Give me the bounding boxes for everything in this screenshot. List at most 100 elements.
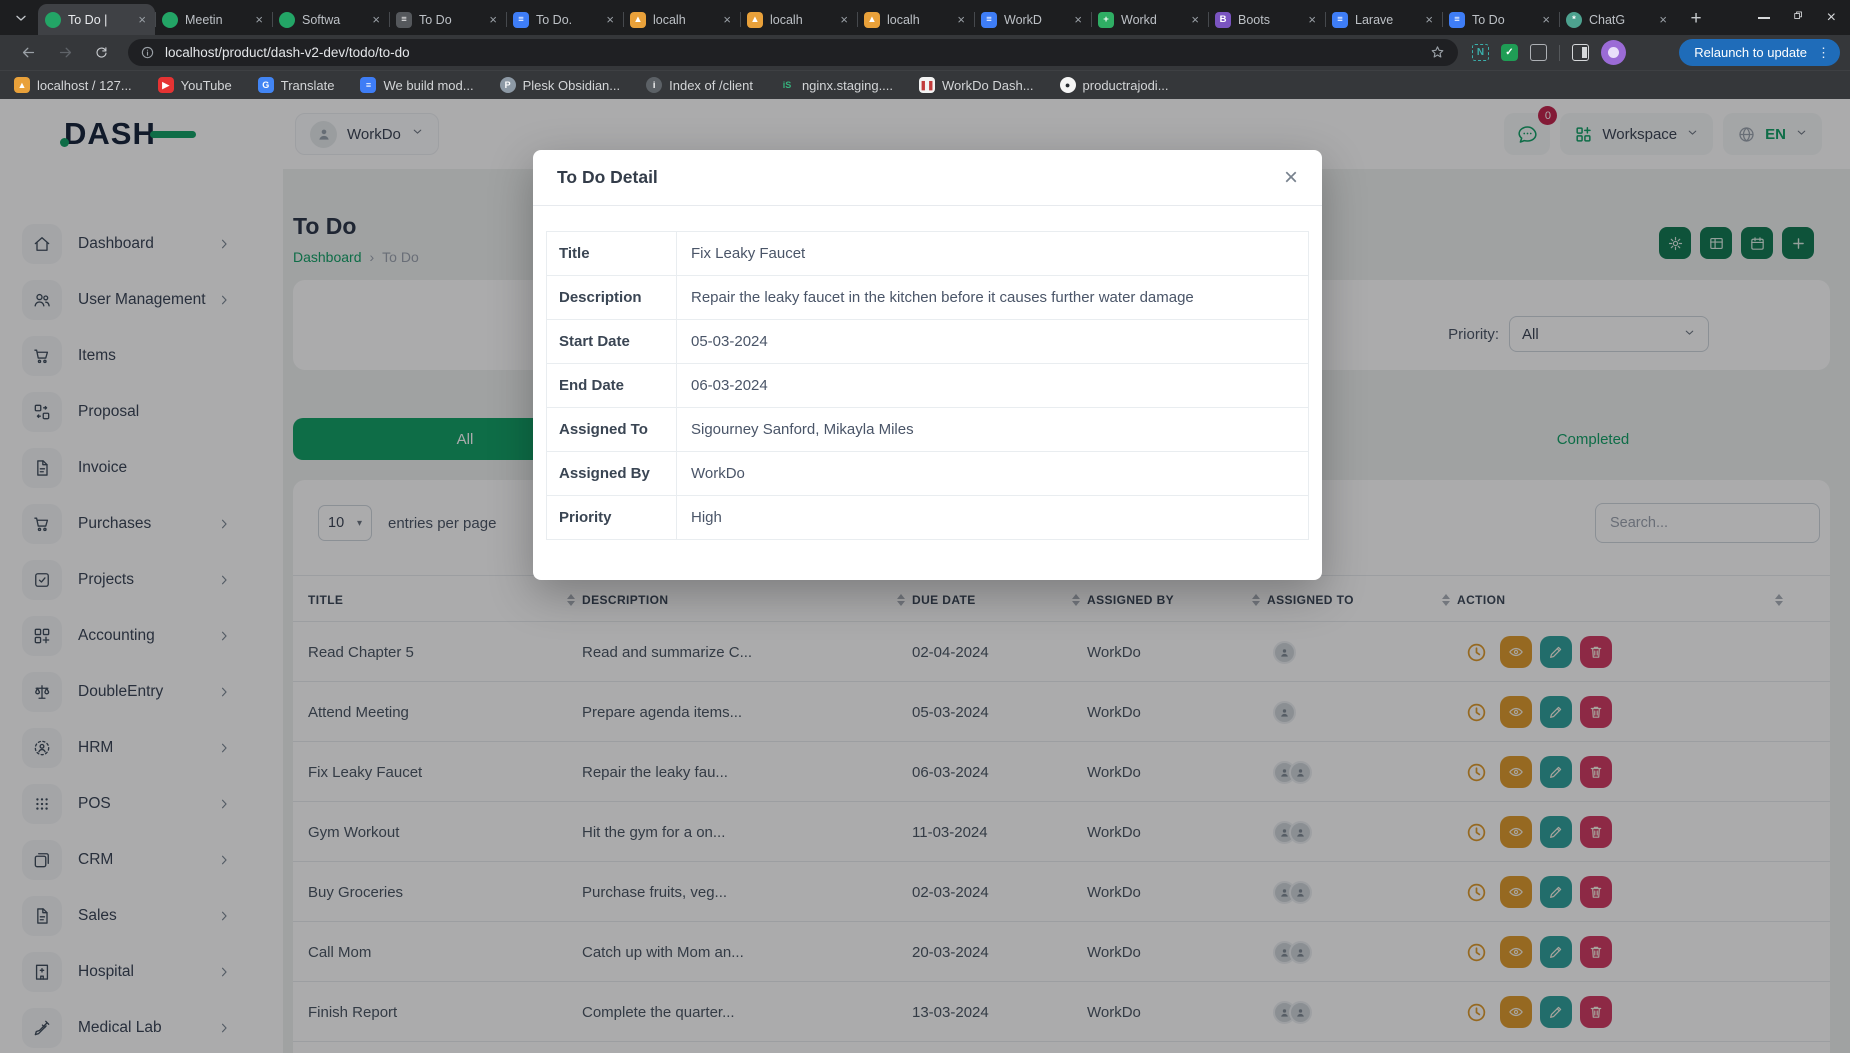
tab-close-icon[interactable]: × (721, 12, 733, 27)
field-value: Fix Leaky Faucet (677, 232, 1308, 275)
tab-close-icon[interactable]: × (487, 12, 499, 27)
window-controls: × (1758, 0, 1836, 35)
extension-mail-icon[interactable]: ✓ (1501, 44, 1518, 61)
browser-tab[interactable]: Softwa× (272, 4, 389, 35)
browser-tab[interactable]: ▲localh× (740, 4, 857, 35)
side-panel-icon[interactable] (1572, 44, 1589, 61)
restore-icon[interactable] (1792, 9, 1805, 27)
site-info-icon[interactable] (140, 45, 155, 60)
tab-favicon-pma: ▲ (864, 12, 880, 28)
tab-close-icon[interactable]: × (370, 12, 382, 27)
bookmark-favicon-tr: G (258, 77, 274, 93)
bookmark-label: YouTube (181, 78, 232, 93)
bookmark-item[interactable]: iS nginx.staging.... (779, 77, 893, 93)
bookmark-item[interactable]: ▲ localhost / 127... (14, 77, 132, 93)
tab-favicon-blue: ≡ (981, 12, 997, 28)
modal-title: To Do Detail (557, 167, 658, 188)
field-value: Sigourney Sanford, Mikayla Miles (677, 408, 1308, 451)
modal-field-row: Start Date05-03-2024 (547, 320, 1308, 364)
tab-close-icon[interactable]: × (1540, 12, 1552, 27)
tab-title: To Do | (68, 13, 132, 27)
browser-tab[interactable]: ≡ To Do × (1442, 4, 1559, 35)
browser-tab[interactable]: +Workd× (1091, 4, 1208, 35)
tab-close-icon[interactable]: × (604, 12, 616, 27)
todo-detail-modal: To Do Detail × TitleFix Leaky FaucetDesc… (533, 150, 1322, 580)
bookmark-item[interactable]: ≡We build mod... (360, 77, 473, 93)
modal-field-row: Assigned ByWorkDo (547, 452, 1308, 496)
bookmark-label: Index of /client (669, 78, 753, 93)
browser-tab[interactable]: ≡To Do.× (506, 4, 623, 35)
bookmark-item[interactable]: GTranslate (258, 77, 335, 93)
tab-close-icon[interactable]: × (1189, 12, 1201, 27)
profile-avatar[interactable] (1601, 40, 1626, 65)
tab-favicon-dash (162, 12, 178, 28)
tab-favicon-openai: * (1566, 12, 1582, 28)
bookmark-favicon-pma: ▲ (14, 77, 30, 93)
browser-menu-icon[interactable]: ⋮ (1817, 45, 1830, 61)
modal-field-row: Assigned ToSigourney Sanford, Mikayla Mi… (547, 408, 1308, 452)
modal-field-row: DescriptionRepair the leaky faucet in th… (547, 276, 1308, 320)
tab-close-icon[interactable]: × (1072, 12, 1084, 27)
modal-field-table: TitleFix Leaky FaucetDescriptionRepair t… (546, 231, 1309, 540)
tab-close-icon[interactable]: × (955, 12, 967, 27)
bookmark-label: Plesk Obsidian... (523, 78, 621, 93)
relaunch-label: Relaunch to update (1694, 45, 1807, 60)
tab-close-icon[interactable]: × (1423, 12, 1435, 27)
address-bar[interactable]: localhost/product/dash-v2-dev/todo/to-do (128, 39, 1458, 66)
close-window-icon[interactable]: × (1827, 10, 1836, 26)
tab-close-icon[interactable]: × (1657, 12, 1669, 27)
bookmark-label: localhost / 127... (37, 78, 132, 93)
tab-search-chevron-icon[interactable] (10, 8, 32, 28)
bookmark-item[interactable]: P Plesk Obsidian... (500, 77, 621, 93)
tab-close-icon[interactable]: × (253, 12, 265, 27)
back-icon[interactable] (20, 44, 37, 61)
minimize-icon[interactable] (1758, 17, 1770, 19)
extension-icons: N ✓ (1472, 35, 1626, 70)
bookmark-item[interactable]: ●productrajodi... (1060, 77, 1169, 93)
tab-favicon-pma: ▲ (747, 12, 763, 28)
browser-tab[interactable]: ≡To Do× (389, 4, 506, 35)
tab-favicon-dash (279, 12, 295, 28)
browser-tab[interactable]: B Boots × (1208, 4, 1325, 35)
tab-close-icon[interactable]: × (1306, 12, 1318, 27)
bookmark-item[interactable]: ▶YouTube (158, 77, 232, 93)
tab-favicon-wdgreen: + (1098, 12, 1114, 28)
browser-tab[interactable]: Meetin× (155, 4, 272, 35)
bookmark-favicon-nginx: iS (779, 77, 795, 93)
browser-tab[interactable]: ≡ WorkD × (974, 4, 1091, 35)
tab-title: Boots (1238, 13, 1302, 27)
modal-close-icon[interactable]: × (1284, 166, 1298, 190)
extension-clipboard-icon[interactable] (1530, 44, 1547, 61)
tab-title: localh (887, 13, 951, 27)
bookmark-item[interactable]: ❚❚ WorkDo Dash... (919, 77, 1034, 93)
tab-favicon-bootstrap: B (1215, 12, 1231, 28)
tab-title: ChatG (1589, 13, 1653, 27)
field-label: Title (547, 232, 677, 275)
field-value: WorkDo (677, 452, 1308, 495)
bookmark-favicon-plesk: P (500, 77, 516, 93)
reload-icon[interactable] (94, 45, 109, 60)
browser-tab[interactable]: ▲localh× (623, 4, 740, 35)
tab-title: WorkD (1004, 13, 1068, 27)
bookmark-label: nginx.staging.... (802, 78, 893, 93)
forward-icon[interactable] (57, 44, 74, 61)
relaunch-to-update-button[interactable]: Relaunch to update ⋮ (1679, 39, 1840, 66)
tab-favicon-dark: ≡ (396, 12, 412, 28)
bookmark-label: WorkDo Dash... (942, 78, 1034, 93)
tab-title: To Do (1472, 13, 1536, 27)
bookmark-favicon-wdd: ❚❚ (919, 77, 935, 93)
tab-close-icon[interactable]: × (136, 12, 148, 27)
tab-title: localh (653, 13, 717, 27)
tab-close-icon[interactable]: × (838, 12, 850, 27)
modal-field-row: TitleFix Leaky Faucet (547, 232, 1308, 276)
tab-favicon-blue: ≡ (1449, 12, 1465, 28)
browser-tab[interactable]: To Do | × (38, 4, 155, 35)
field-label: Assigned To (547, 408, 677, 451)
new-tab-button[interactable]: + (1684, 7, 1708, 31)
browser-tab[interactable]: * ChatG × (1559, 4, 1676, 35)
browser-tab[interactable]: ≡Larave× (1325, 4, 1442, 35)
browser-tab[interactable]: ▲ localh × (857, 4, 974, 35)
bookmark-item[interactable]: iIndex of /client (646, 77, 753, 93)
extension-n-icon[interactable]: N (1472, 44, 1489, 61)
bookmark-star-icon[interactable] (1429, 44, 1446, 61)
